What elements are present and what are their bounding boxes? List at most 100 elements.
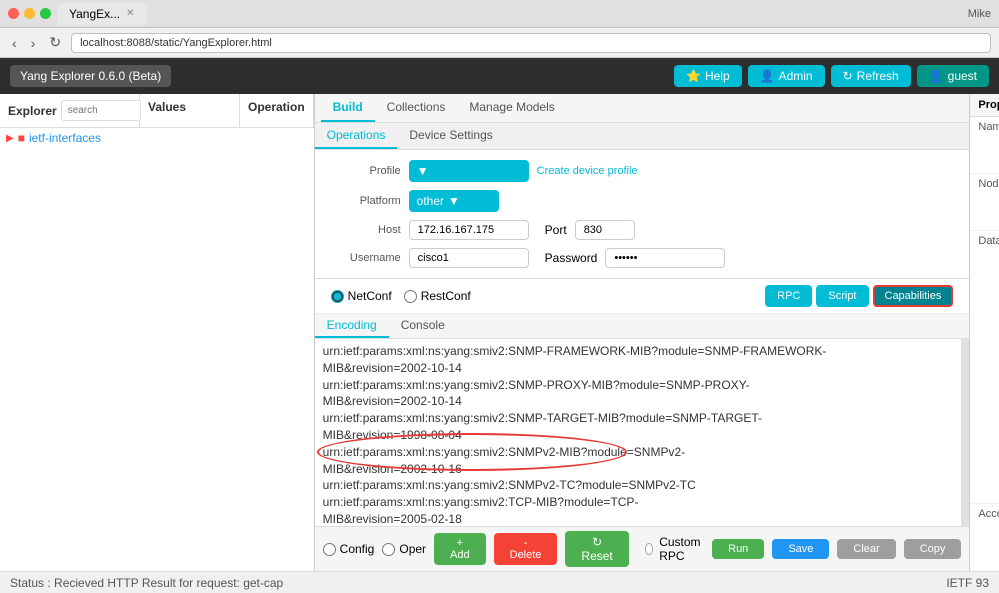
refresh-icon: ↻	[843, 69, 853, 83]
property-row: Accessread-only	[970, 504, 999, 571]
script-button[interactable]: Script	[816, 285, 868, 307]
admin-icon: 👤	[760, 69, 775, 83]
chevron-down-icon: ▼	[417, 164, 429, 178]
save-button[interactable]: Save	[772, 539, 829, 559]
clear-button[interactable]: Clear	[837, 539, 895, 559]
explorer-panel: Explorer Values Operation ▶ ■ ietf-inter…	[0, 94, 315, 571]
operation-col-label: Operation	[248, 100, 305, 114]
tab-close-icon[interactable]: ✕	[126, 8, 134, 19]
platform-label: Platform	[331, 195, 401, 207]
oper-label: Oper	[399, 542, 426, 556]
create-profile-link[interactable]: Create device profile	[537, 165, 638, 177]
browser-tab[interactable]: YangEx... ✕	[57, 3, 147, 25]
config-radio-label[interactable]: Config	[323, 542, 375, 556]
back-button[interactable]: ‹	[8, 33, 21, 53]
ops-form: Profile ▼ Create device profile Platform…	[315, 150, 970, 279]
tab-collections[interactable]: Collections	[375, 94, 458, 122]
forward-button[interactable]: ›	[27, 33, 40, 53]
output-line: MIB&revision=1998-08-04	[323, 427, 954, 444]
ietf-label: IETF 93	[946, 576, 989, 590]
github-icon: ⭐	[686, 69, 701, 83]
platform-select[interactable]: other ▼	[409, 190, 499, 212]
tab-build[interactable]: Build	[321, 94, 375, 122]
explorer-column-headers: Explorer Values Operation	[0, 94, 314, 128]
tab-manage-models[interactable]: Manage Models	[457, 94, 566, 122]
tree-item-ietf-interfaces[interactable]: ▶ ■ ietf-interfaces	[0, 128, 314, 148]
platform-value: other	[417, 194, 444, 208]
property-header: Property Value	[970, 94, 999, 117]
maximize-button[interactable]	[40, 8, 51, 19]
tree-item-label: ietf-interfaces	[29, 131, 101, 145]
copy-button[interactable]: Copy	[904, 539, 962, 559]
tab-console[interactable]: Console	[389, 314, 457, 338]
netconf-radio[interactable]	[331, 290, 344, 303]
node-icon: ■	[18, 131, 25, 145]
prop-key: Access	[978, 508, 999, 520]
run-button[interactable]: Run	[712, 539, 764, 559]
scrollbar[interactable]	[961, 339, 969, 526]
output-line: MIB&revision=2002-10-14	[323, 393, 954, 410]
custom-rpc-checkbox[interactable]	[645, 543, 653, 555]
password-input[interactable]	[605, 248, 725, 268]
user-label: Mike	[968, 8, 991, 20]
property-col-header: Property	[978, 99, 999, 111]
url-bar[interactable]: localhost:8088/static/YangExplorer.html	[71, 33, 991, 53]
rpc-button[interactable]: RPC	[765, 285, 812, 307]
search-input[interactable]	[61, 100, 141, 121]
minimize-button[interactable]	[24, 8, 35, 19]
sub-tabs: Operations Device Settings	[315, 123, 970, 150]
config-label: Config	[340, 542, 375, 556]
restconf-radio[interactable]	[404, 290, 417, 303]
host-label: Host	[331, 224, 401, 236]
reset-icon: ↻	[592, 535, 602, 549]
netconf-radio-label[interactable]: NetConf	[331, 289, 392, 303]
port-label: Port	[545, 223, 567, 237]
username-input[interactable]	[409, 248, 529, 268]
oper-radio-label[interactable]: Oper	[382, 542, 426, 556]
property-row: Namename	[970, 117, 999, 174]
capabilities-button[interactable]: Capabilities	[873, 285, 954, 307]
sub-tab-operations[interactable]: Operations	[315, 123, 398, 149]
reset-button[interactable]: ↻ Reset	[565, 531, 628, 567]
config-radio[interactable]	[323, 543, 336, 556]
sub-tab-device-settings[interactable]: Device Settings	[397, 123, 504, 149]
profile-label: Profile	[331, 165, 401, 177]
admin-button[interactable]: 👤 Admin	[748, 65, 825, 87]
netconf-label: NetConf	[348, 289, 392, 303]
help-button[interactable]: ⭐ Help	[674, 65, 742, 87]
tab-encoding[interactable]: Encoding	[315, 314, 389, 338]
property-row: Node Typeleaf	[970, 174, 999, 231]
output-area[interactable]: urn:ietf:params:xml:ns:yang:smiv2:SNMP-F…	[315, 339, 962, 526]
refresh-button[interactable]: ↻ Refresh	[831, 65, 911, 87]
host-row: Host Port	[331, 220, 954, 240]
delete-button[interactable]: - Delete	[494, 533, 558, 565]
nav-bar: ‹ › ↻ localhost:8088/static/YangExplorer…	[0, 28, 999, 58]
password-label: Password	[545, 251, 598, 265]
profile-select[interactable]: ▼	[409, 160, 529, 182]
output-line: urn:ietf:params:xml:ns:yang:smiv2:SNMPv2…	[323, 444, 954, 461]
restconf-radio-label[interactable]: RestConf	[404, 289, 471, 303]
output-line: urn:ietf:params:xml:ns:yang:smiv2:SNMP-F…	[323, 343, 954, 360]
right-panel: Build Collections Manage Models Operatio…	[315, 94, 970, 571]
add-button[interactable]: + Add	[434, 533, 486, 565]
oper-radio[interactable]	[382, 543, 395, 556]
titlebar: YangEx... ✕ Mike	[0, 0, 999, 28]
custom-rpc-label: Custom RPC	[659, 535, 704, 563]
app-bar-actions: ⭐ Help 👤 Admin ↻ Refresh 👤 guest	[674, 65, 989, 87]
output-lines: urn:ietf:params:xml:ns:yang:smiv2:SNMP-F…	[323, 343, 954, 526]
port-input[interactable]	[575, 220, 635, 240]
app-title-button[interactable]: Yang Explorer 0.6.0 (Beta)	[10, 65, 171, 87]
username-label: Username	[331, 252, 401, 264]
explorer-tree: ▶ ■ ietf-interfaces	[0, 128, 314, 571]
prop-key: Data Type	[978, 235, 999, 247]
host-input[interactable]	[409, 220, 529, 240]
status-text: Status : Recieved HTTP Result for reques…	[10, 576, 283, 590]
output-line: urn:ietf:params:xml:ns:yang:smiv2:SNMP-T…	[323, 410, 954, 427]
guest-button[interactable]: 👤 guest	[917, 65, 989, 87]
profile-row: Profile ▼ Create device profile	[331, 160, 954, 182]
close-button[interactable]	[8, 8, 19, 19]
refresh-nav-button[interactable]: ↻	[45, 32, 65, 53]
collapse-icon: ▶	[6, 133, 14, 144]
platform-row: Platform other ▼	[331, 190, 954, 212]
output-line: MIB&revision=2005-02-18	[323, 511, 954, 526]
